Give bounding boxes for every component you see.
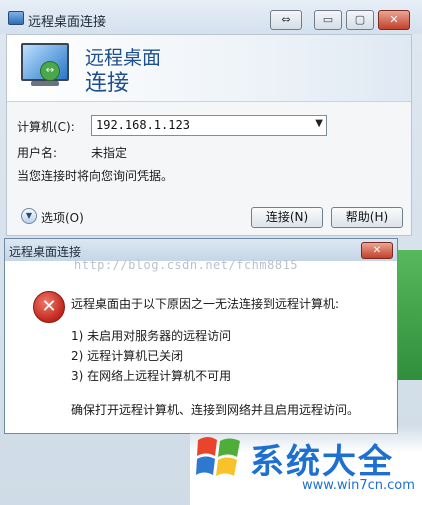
options-expand-icon[interactable]: ▼ (21, 208, 37, 224)
reason-item: 1) 未启用对服务器的远程访问 (71, 329, 232, 343)
swap-button[interactable]: ⇔ (270, 10, 302, 30)
chevron-down-icon[interactable]: ▼ (315, 118, 323, 129)
advice-text: 确保打开远程计算机、连接到网络并且启用远程访问。 (71, 403, 360, 417)
watermark-url: http://blog.csdn.net/fchm8815 (74, 258, 299, 272)
logo-url: www.win7cn.com (302, 478, 415, 493)
remote-desktop-app-icon (8, 11, 24, 25)
maximize-button[interactable]: ▢ (346, 10, 374, 30)
minimize-button[interactable]: ▭ (314, 10, 342, 30)
username-label: 用户名: (17, 146, 58, 160)
dialog-close-button[interactable]: ✕ (361, 242, 393, 259)
dialog-body: ✕ 远程桌面由于以下原因之一无法连接到远程计算机: 1) 未启用对服务器的远程访… (5, 261, 397, 433)
header-title-line2: 连接 (85, 71, 130, 96)
dialog-title: 远程桌面连接 (9, 245, 82, 259)
connect-arrows-icon: ↔ (40, 61, 60, 81)
window-client-area: ↔ 远程桌面 连接 计算机(C): 192.168.1.123 ▼ 用户名: 未… (6, 34, 412, 236)
logo-text: 系统大全 (250, 442, 394, 482)
close-button[interactable]: ✕ (378, 10, 410, 30)
computer-label: 计算机(C): (17, 120, 75, 134)
credentials-hint: 当您连接时将向您询问凭据。 (17, 169, 174, 183)
reason-item: 2) 远程计算机已关闭 (71, 349, 184, 363)
monitor-stand-icon (31, 81, 59, 86)
computer-value[interactable]: 192.168.1.123 (96, 118, 190, 132)
error-message: 远程桌面由于以下原因之一无法连接到远程计算机: (71, 297, 340, 311)
window-titlebar[interactable]: 远程桌面连接 ⇔ ▭ ▢ ✕ (0, 0, 422, 34)
window-title: 远程桌面连接 (28, 15, 107, 30)
options-label[interactable]: 选项(O) (41, 209, 84, 226)
connect-button[interactable]: 连接(N) (251, 207, 323, 228)
help-button[interactable]: 帮助(H) (331, 207, 403, 228)
desktop-background (398, 250, 422, 380)
computer-combobox[interactable]: 192.168.1.123 ▼ (91, 115, 327, 136)
error-icon: ✕ (33, 291, 65, 323)
header-banner: ↔ 远程桌面 连接 (7, 35, 411, 102)
windows-flag-icon (196, 437, 240, 476)
reason-item: 3) 在网络上远程计算机不可用 (71, 369, 232, 383)
username-value: 未指定 (91, 146, 128, 160)
